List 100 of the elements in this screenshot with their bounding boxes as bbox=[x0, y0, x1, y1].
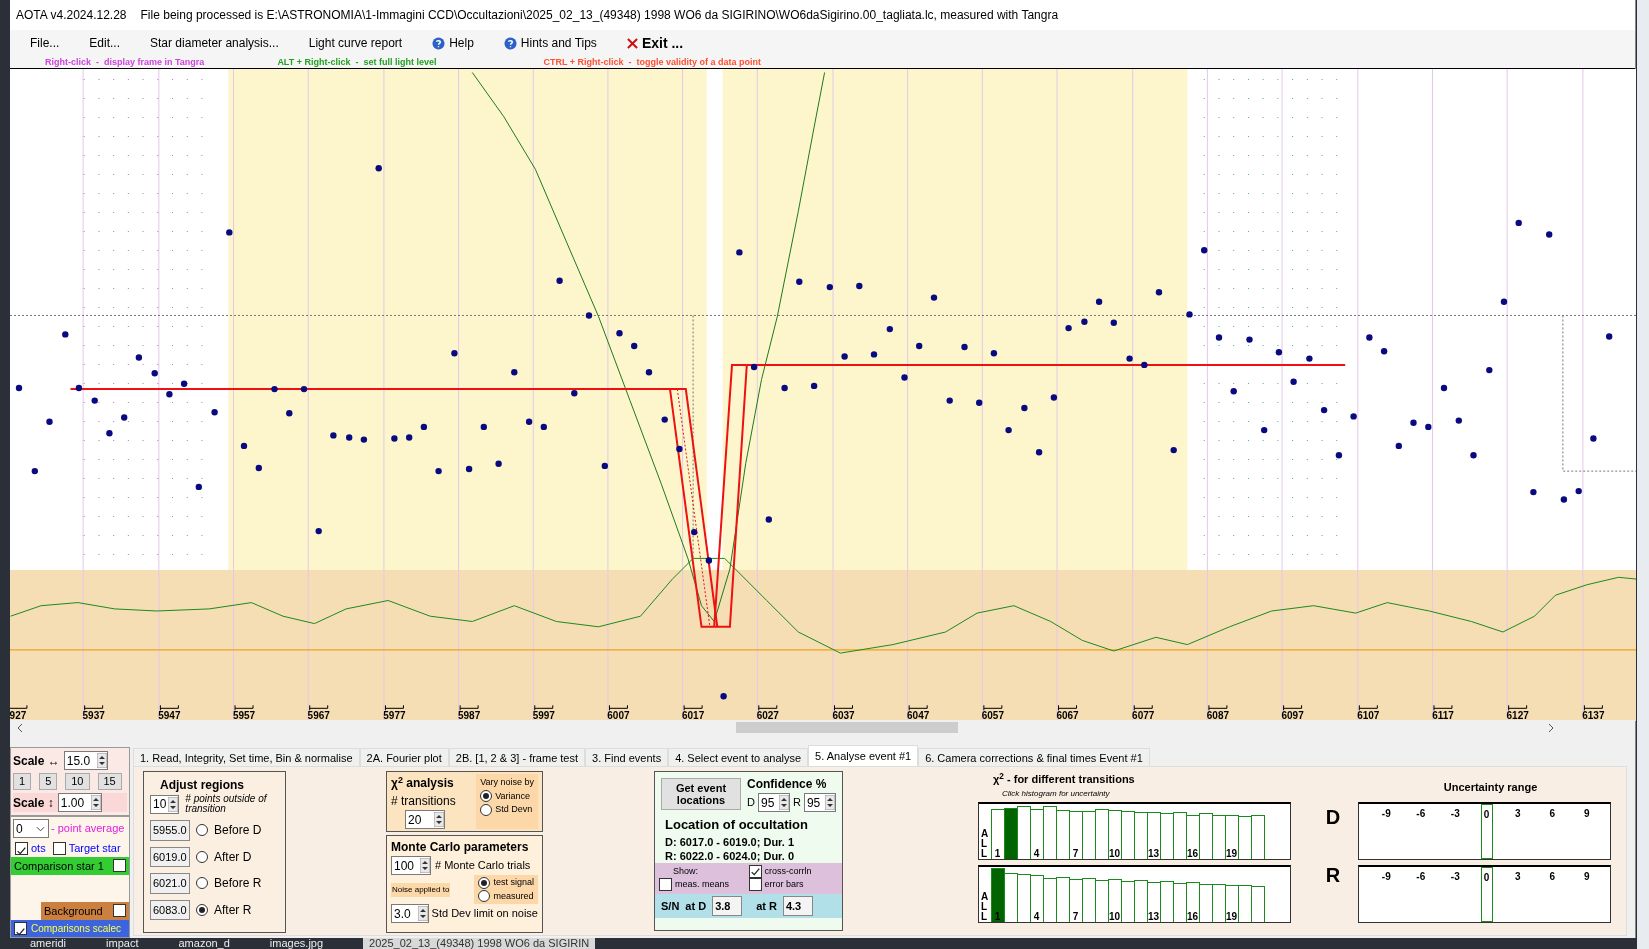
section-title: χ$^{2}$ - for different transitions bbox=[992, 771, 1136, 787]
series-row[interactable]: Comparison star 1 bbox=[11, 856, 129, 875]
series-label: ots bbox=[31, 841, 46, 856]
axis-label: 0 bbox=[1480, 803, 1493, 859]
series-label: Target star bbox=[68, 841, 121, 856]
hint-text: Right-click - display frame in Tangra bbox=[45, 56, 205, 68]
axis-label: 9 bbox=[1582, 806, 1591, 821]
axis-label: -6 bbox=[1415, 869, 1427, 884]
axis-label: -3 bbox=[1449, 806, 1461, 821]
field-label: # transitions bbox=[391, 793, 456, 810]
histogram-chart[interactable]: ALL 1 4 7 10 13 16 19 bbox=[978, 801, 1291, 860]
menu-item[interactable]: Light curve report bbox=[300, 32, 411, 54]
preset-button[interactable]: 15 bbox=[97, 773, 122, 790]
axis-label: ALL bbox=[981, 891, 987, 922]
region-field[interactable]: 6083.0 bbox=[150, 899, 190, 920]
menu-item[interactable]: Help bbox=[424, 32, 482, 54]
get-locations-button[interactable]: Get event locations bbox=[661, 777, 741, 810]
tab[interactable]: 2A. Fourier plot bbox=[359, 748, 449, 766]
tab[interactable]: 2B. [1, 2 & 3] - frame test bbox=[448, 748, 586, 766]
radio-label: Variance bbox=[495, 789, 530, 803]
menu-item[interactable]: File... bbox=[22, 32, 68, 54]
option-title: Vary noise by bbox=[480, 776, 534, 789]
section-title: Location of occultation bbox=[664, 816, 809, 834]
histogram-chart[interactable]: ALL 1 4 7 10 13 16 19 bbox=[978, 864, 1291, 923]
series-row[interactable]: Comparisons scalec bbox=[11, 920, 129, 937]
axis-label: 5947 bbox=[158, 710, 181, 721]
uncertainty-chart[interactable]: -9 -6 -3 0 3 6 9 bbox=[1358, 801, 1611, 860]
axis-label: 6137 bbox=[1582, 710, 1605, 721]
axis-label: 6127 bbox=[1506, 710, 1529, 721]
tab[interactable]: 6. Camera corrections & final times Event #1 bbox=[918, 748, 1150, 766]
spin-field[interactable]: 95 bbox=[803, 793, 836, 812]
spin-field[interactable]: 3.0 bbox=[391, 904, 429, 923]
taskbar-item[interactable]: amazon_d bbox=[178, 938, 230, 949]
series-row[interactable]: Background bbox=[41, 901, 129, 920]
spin-field[interactable]: 10 bbox=[150, 794, 180, 814]
axis-label: ALL bbox=[981, 828, 987, 859]
result-text: R: 6022.0 - 6024.0; Dur. 0 bbox=[664, 848, 795, 863]
tab[interactable]: 1. Read, Integrity, Set time, Bin & normalise bbox=[133, 748, 360, 766]
preset-button[interactable]: 10 bbox=[65, 773, 90, 790]
field-label: D bbox=[747, 795, 755, 811]
spin-field[interactable]: 95 bbox=[757, 793, 790, 812]
menu-item[interactable]: Exit ... bbox=[618, 30, 692, 56]
taskbar-item[interactable]: impact bbox=[106, 938, 139, 949]
axis-label: 5987 bbox=[458, 710, 481, 721]
axis-label: 3 bbox=[1513, 806, 1522, 821]
region-field[interactable]: 6019.0 bbox=[150, 846, 190, 867]
axis-label: 3 bbox=[1513, 869, 1522, 884]
tab[interactable]: 3. Find events bbox=[585, 748, 669, 766]
sn-field[interactable]: 3.8 bbox=[712, 895, 743, 916]
axis-label: 6067 bbox=[1056, 710, 1079, 721]
taskbar-item[interactable]: 2025_02_13_(49348) 1998 WO6 da SIGIRIN bbox=[363, 938, 596, 949]
axis-label: 5957 bbox=[232, 710, 256, 721]
taskbar-item[interactable]: images.jpg bbox=[269, 938, 324, 949]
series-label: Background bbox=[44, 903, 103, 919]
app-name: AOTA v4.2024.12.28 bbox=[16, 7, 127, 24]
group-title: χ$^{2}$ analysis bbox=[391, 774, 455, 792]
region-field[interactable]: 5955.0 bbox=[150, 820, 190, 841]
axis-label: -6 bbox=[1415, 806, 1427, 821]
radio-label: After D bbox=[214, 848, 252, 866]
series-label: Comparisons scalec bbox=[31, 922, 122, 936]
axis-label: 6037 bbox=[832, 710, 855, 721]
tab[interactable]: 5. Analyse event #1 bbox=[808, 745, 919, 766]
axis-label: 6 bbox=[1548, 806, 1557, 821]
axis-label: 927 bbox=[10, 710, 27, 721]
spin-field[interactable]: 100 bbox=[391, 856, 431, 875]
axis-label: 6007 bbox=[607, 710, 630, 721]
axis-label: 5997 bbox=[532, 710, 555, 721]
menu-item[interactable]: Edit... bbox=[81, 32, 129, 54]
taskbar-item[interactable]: ameridi bbox=[30, 938, 67, 949]
group-title: Adjust regions bbox=[159, 777, 245, 794]
label-text: - point average bbox=[51, 821, 125, 837]
sn-field[interactable]: 4.3 bbox=[782, 895, 813, 916]
spin-field[interactable]: 20 bbox=[405, 810, 445, 829]
histogram-bar[interactable]: 1 bbox=[990, 809, 1005, 859]
axis-label: 6077 bbox=[1132, 710, 1155, 721]
hint-text: CTRL + Right-click - toggle validity of a data point bbox=[543, 56, 762, 68]
spin-field[interactable]: 15.0 bbox=[63, 751, 108, 770]
hint-text: ALT + Right-click - set full light level bbox=[277, 56, 437, 68]
axis-label: -9 bbox=[1380, 806, 1392, 821]
menu-item[interactable]: Hints and Tips bbox=[495, 32, 605, 54]
tab[interactable]: 4. Select event to analyse bbox=[668, 748, 809, 766]
window-title: File being processed is E:\ASTRONOMIA\1-Immagini CCD\Occultazioni\2025_02_13_(49348) 1998 WO6 da SIGIRINO\WO6daSigirino.00_tagliata.lc, measured with Tangra bbox=[140, 7, 1059, 24]
axis-label: 0 bbox=[1480, 866, 1493, 922]
hint-text: Click histogram for uncertainty bbox=[1001, 787, 1111, 800]
preset-button[interactable]: 5 bbox=[39, 773, 58, 790]
scale-label: Scale ↕ bbox=[13, 794, 54, 812]
radio-label: Before D bbox=[214, 822, 262, 840]
dropdown[interactable]: 0 bbox=[13, 819, 49, 838]
checkbox-label: meas. means bbox=[675, 878, 730, 891]
region-field[interactable]: 6021.0 bbox=[150, 873, 190, 894]
axis-label: 9 bbox=[1582, 869, 1591, 884]
radio-label: Std Devn bbox=[495, 803, 533, 816]
spin-field[interactable]: 1.00 bbox=[57, 793, 102, 812]
group-title: Confidence % bbox=[747, 776, 828, 793]
preset-button[interactable]: 1 bbox=[13, 773, 32, 790]
uncertainty-chart[interactable]: -9 -6 -3 0 3 6 9 bbox=[1358, 864, 1611, 923]
menu-item[interactable]: Star diameter analysis... bbox=[142, 32, 287, 54]
field-label: Noise applied to bbox=[391, 882, 451, 897]
axis-label: 6047 bbox=[907, 710, 930, 721]
section-title: Uncertainty range bbox=[1442, 780, 1539, 795]
